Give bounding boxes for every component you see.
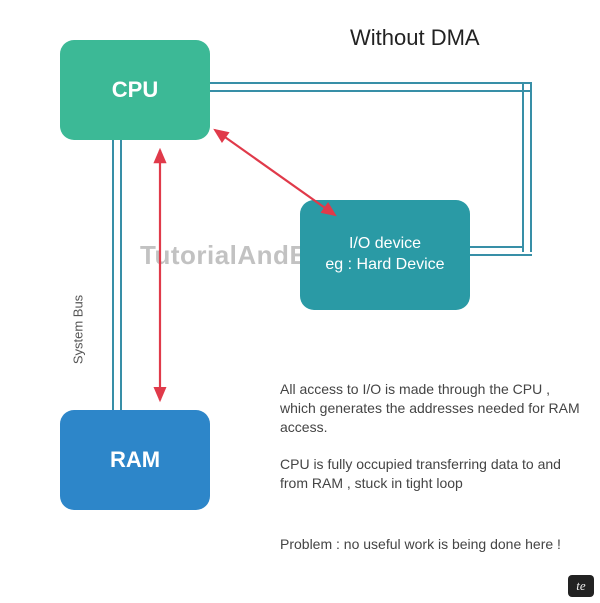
bus-line [470,254,532,256]
bus-line [530,82,532,252]
description-p3: Problem : no useful work is being done h… [280,535,580,554]
bus-line [112,140,114,410]
description-p2: CPU is fully occupied transferring data … [280,455,580,493]
source-badge: te [568,575,594,597]
cpu-node: CPU [60,40,210,140]
ram-node: RAM [60,410,210,510]
description-p1: All access to I/O is made through the CP… [280,380,580,437]
system-bus-label: System Bus [71,295,86,364]
bus-line [120,140,122,410]
ram-label: RAM [110,447,160,473]
diagram-title: Without DMA [350,25,480,51]
diagram-canvas: Without DMA System Bus TutorialAndExampl… [0,0,600,603]
io-node: I/O device eg : Hard Device [300,200,470,310]
io-label-line2: eg : Hard Device [325,255,444,276]
io-label-line1: I/O device [349,234,421,255]
bus-line [522,82,524,252]
cpu-label: CPU [112,77,158,103]
bus-line [470,246,524,248]
bus-line [210,82,530,84]
bus-line [210,90,530,92]
